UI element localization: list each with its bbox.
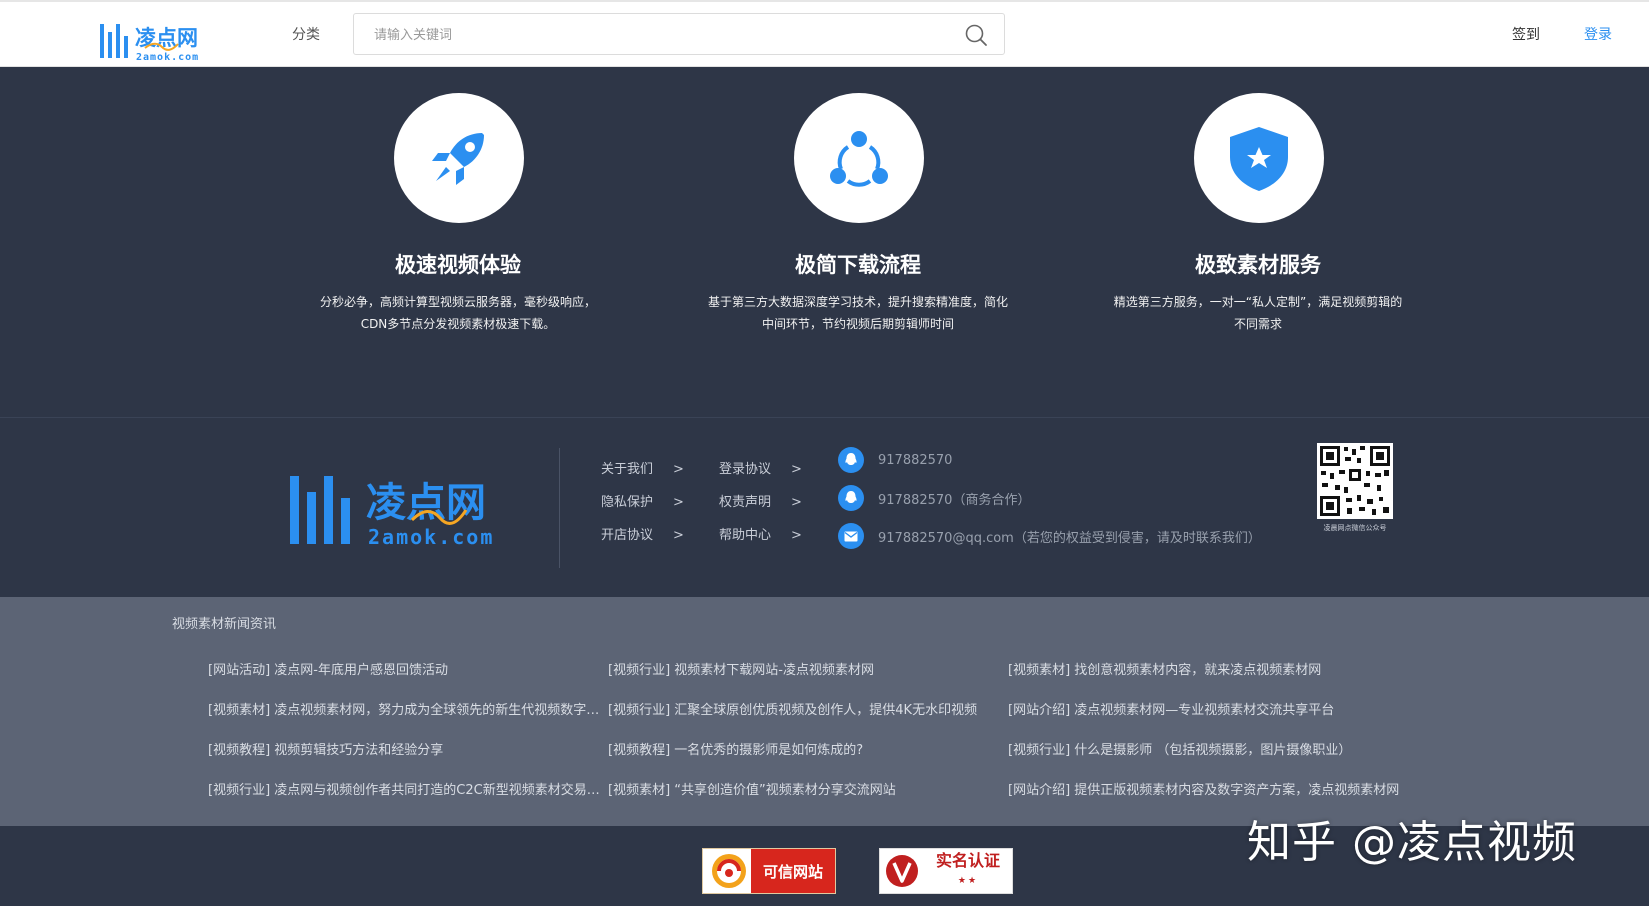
news-item[interactable]: [视频行业] 视频素材下载网站-凌点视频素材网 [608,659,1008,678]
feature-icon-circle [1194,93,1324,223]
news-item[interactable]: [视频素材] “共享创造价值”视频素材分享交流网站 [608,779,1008,798]
footer-link-login-agreement[interactable]: 登录协议 > [719,458,802,477]
feature-icon-circle [794,93,924,223]
contact-qq-text: 917882570 [878,452,953,468]
verified-v-icon [880,849,924,893]
qq-icon [838,485,864,511]
news-item[interactable]: [网站介绍] 凌点视频素材网—专业视频素材交流共享平台 [1008,699,1408,718]
footer-link-about[interactable]: 关于我们 > [601,458,684,477]
feature-title: 极简下载流程 [795,253,921,277]
contact-qq-business-text: 917882570（商务合作） [878,492,1031,508]
share-nodes-icon [830,131,888,187]
zhihu-watermark: 知乎 @凌点视频 [1247,817,1577,868]
feature-icon-circle [394,93,524,223]
contact-qq: 917882570 [838,447,952,473]
footer-link-shop-agreement[interactable]: 开店协议 > [601,524,684,543]
news-item[interactable]: [视频素材] 找创意视频素材内容，就来凌点视频素材网 [1008,659,1408,678]
footer-logo[interactable]: 凌点网 2amok.com [290,470,520,550]
news-item[interactable]: [视频行业] 汇聚全球原创优质视频及创作人，提供4K无水印视频 [608,699,1008,718]
site-logo[interactable]: 凌点网 2amok.com [100,18,220,64]
news-title: 视频素材新闻资讯 [172,617,277,632]
realname-stars: ★★ [957,876,979,886]
features-section: 极速视频体验 分秒必争，高频计算型视频云服务器，毫秒级响应，CDN多节点分发视频… [0,67,1649,417]
footer-logo-text: 凌点网 [366,480,486,526]
news-item[interactable]: [视频教程] 视频剪辑技巧方法和经验分享 [208,739,608,758]
trusted-site-label: 可信网站 [751,849,835,893]
signin-link[interactable]: 签到 [1512,24,1540,44]
category-menu[interactable]: 分类 [292,24,320,44]
news-item[interactable]: [视频教程] 一名优秀的摄影师是如何炼成的? [608,739,1008,758]
contact-email: 917882570@qq.com（若您的权益受到侵害，请及时联系我们） [838,523,1261,549]
news-item[interactable]: [视频行业] 什么是摄影师 （包括视频摄影，图片摄像职业） [1008,739,1408,758]
footer-link-disclaimer[interactable]: 权责声明 > [719,491,802,510]
logo-subtext: 2amok.com [136,52,199,63]
contact-email-text: 917882570@qq.com（若您的权益受到侵害，请及时联系我们） [878,530,1261,546]
qq-icon [838,447,864,473]
mail-icon [838,523,864,549]
trusted-seal-icon [712,854,746,888]
footer-divider [559,448,560,568]
footer-link-help[interactable]: 帮助中心 > [719,524,802,543]
search-input[interactable] [374,24,934,46]
feature-description: 基于第三方大数据深度学习技术，提升搜索精准度，简化中间环节，节约视频后期剪辑师时… [708,295,1009,331]
footer-link-privacy[interactable]: 隐私保护 > [601,491,684,510]
feature-description: 分秒必争，高频计算型视频云服务器，毫秒级响应，CDN多节点分发视频素材极速下载。 [319,295,596,331]
footer-logo-subtext: 2amok.com [368,525,494,549]
wechat-qr: 凌晨网点微信公众号 [1300,443,1410,548]
login-link[interactable]: 登录 [1584,24,1612,44]
search-icon[interactable] [964,23,988,47]
logo-text: 凌点网 [135,26,198,50]
trusted-site-badge[interactable]: 可信网站 [702,848,836,894]
contact-qq-business: 917882570（商务合作） [838,485,1030,511]
site-footer: 凌点网 2amok.com 关于我们 > 登录协议 > 隐私保护 > 权责声明 > 开店… [0,417,1649,597]
realname-badge[interactable]: 实名认证 ★★ [879,848,1013,894]
news-item[interactable]: [网站活动] 凌点网-年底用户感恩回馈活动 [208,659,608,678]
feature-title: 极速视频体验 [395,253,521,277]
rocket-icon [432,133,484,185]
news-section: 视频素材新闻资讯 [网站活动] 凌点网-年底用户感恩回馈活动 [视频行业] 视频… [0,597,1649,826]
feature-title: 极致素材服务 [1195,253,1321,277]
news-item[interactable]: [视频行业] 凌点网与视频创作者共同打造的C2C新型视频素材交易网站 [208,779,608,798]
top-bar: 凌点网 2amok.com 分类 签到 登录 [0,0,1649,67]
news-item[interactable]: [视频素材] 凌点视频素材网，努力成为全球领先的新生代视频数字资产交易平台 [208,699,608,718]
qr-caption: 凌晨网点微信公众号 [1323,524,1387,532]
feature-description: 精选第三方服务，一对一“私人定制”，满足视频剪辑的不同需求 [1113,295,1403,331]
qr-code [1317,443,1393,519]
news-item[interactable]: [网站介绍] 提供正版视频素材内容及数字资产方案，凌点视频素材网 [1008,779,1408,798]
shield-star-icon [1230,127,1288,191]
realname-label: 实名认证 [935,851,1000,870]
search-box [353,13,1005,55]
